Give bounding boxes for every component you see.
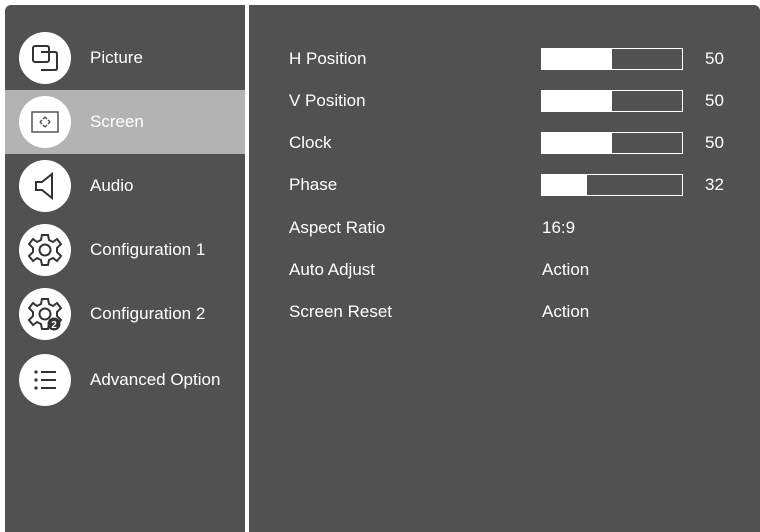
setting-value: 50 [705, 91, 724, 110]
sidebar-item-configuration-2[interactable]: 2 Configuration 2 [5, 282, 245, 346]
setting-label: Auto Adjust [289, 260, 376, 279]
audio-icon [19, 160, 71, 212]
slider-fill [542, 91, 612, 111]
list-icon [19, 354, 71, 406]
gear-icon [19, 224, 71, 276]
setting-label: V Position [289, 91, 366, 110]
svg-text:2: 2 [51, 320, 57, 331]
sidebar: Picture Screen Audio Configuration 1 2 C… [5, 5, 245, 532]
clock-slider[interactable] [541, 132, 683, 154]
picture-icon [19, 32, 71, 84]
sidebar-item-label: Configuration 1 [90, 240, 206, 259]
sidebar-item-advanced-option[interactable]: Advanced Option [5, 348, 245, 412]
screen-icon [19, 96, 71, 148]
setting-row-v-position[interactable]: V Position 50 [249, 81, 760, 121]
setting-label: Screen Reset [289, 302, 392, 321]
aspect-ratio-value[interactable]: 16:9 [542, 218, 575, 238]
phase-slider[interactable] [541, 174, 683, 196]
setting-row-auto-adjust[interactable]: Auto Adjust Action [249, 250, 760, 290]
sidebar-item-label: Picture [90, 48, 143, 67]
sidebar-item-label: Audio [90, 176, 134, 195]
slider-fill [542, 133, 612, 153]
slider-fill [542, 49, 612, 69]
setting-row-aspect-ratio[interactable]: Aspect Ratio 16:9 [249, 208, 760, 248]
setting-row-phase[interactable]: Phase 32 [249, 165, 760, 205]
sidebar-item-label: Screen [90, 112, 144, 131]
setting-row-clock[interactable]: Clock 50 [249, 123, 760, 163]
auto-adjust-action[interactable]: Action [542, 260, 589, 280]
setting-value: 50 [705, 133, 724, 152]
settings-panel: H Position 50 V Position 50 Clock 50 Pha… [249, 5, 760, 532]
osd-menu: Picture Screen Audio Configuration 1 2 C… [0, 0, 760, 532]
slider-fill [542, 175, 587, 195]
v-position-slider[interactable] [541, 90, 683, 112]
setting-value: 50 [705, 49, 724, 68]
setting-value: 32 [705, 175, 724, 194]
sidebar-item-label: Advanced Option [90, 370, 221, 389]
setting-label: Aspect Ratio [289, 218, 386, 237]
setting-label: Phase [289, 175, 338, 194]
setting-row-h-position[interactable]: H Position 50 [249, 39, 760, 79]
screen-reset-action[interactable]: Action [542, 302, 589, 322]
sidebar-item-audio[interactable]: Audio [5, 154, 245, 218]
setting-row-screen-reset[interactable]: Screen Reset Action [249, 292, 760, 332]
setting-label: Clock [289, 133, 332, 152]
sidebar-item-screen[interactable]: Screen [5, 90, 245, 154]
h-position-slider[interactable] [541, 48, 683, 70]
setting-label: H Position [289, 49, 367, 68]
sidebar-item-configuration-1[interactable]: Configuration 1 [5, 218, 245, 282]
sidebar-item-label: Configuration 2 [90, 304, 206, 323]
sidebar-item-picture[interactable]: Picture [5, 26, 245, 90]
gear-2-icon: 2 [19, 288, 71, 340]
